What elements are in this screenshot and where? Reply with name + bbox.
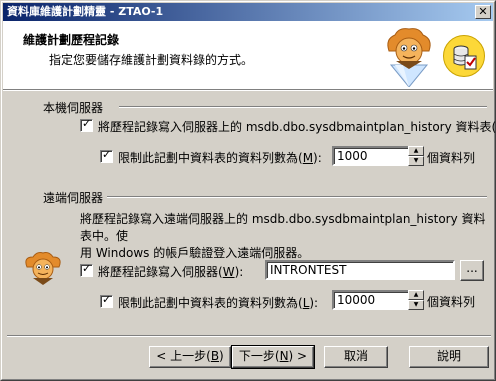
footer-divider-highlight xyxy=(7,336,491,337)
window-title: 資料庫維護計劃精靈 - ZTAO-1 xyxy=(7,5,164,18)
remote-row-limit-unit: 個資料列 xyxy=(427,295,476,309)
local-section-label: 本機伺服器 xyxy=(43,101,104,115)
remote-write-label-pre: 將歷程記錄寫入伺服器( xyxy=(98,265,223,279)
spin-down-icon[interactable]: ▼ xyxy=(408,300,424,310)
back-hotkey: B xyxy=(210,349,220,363)
back-label-post: ) xyxy=(219,349,224,363)
local-limit-rows-checkbox[interactable] xyxy=(100,148,113,163)
local-limit-label-post: ): xyxy=(313,151,322,165)
wizard-mascot-small-icon xyxy=(25,252,61,285)
remote-description: 將歷程記錄寫入遠端伺服器上的 msdb.dbo.sysdbmaintplan_h… xyxy=(80,211,495,262)
local-section-groove xyxy=(119,106,487,108)
local-row-limit-input[interactable]: 1000 xyxy=(332,146,410,166)
wizard-header: 維護計劃歷程記錄 指定您要儲存維護計劃資料錄的方式。 xyxy=(3,21,493,89)
browse-server-button[interactable]: ... xyxy=(460,260,484,281)
page-subtitle: 指定您要儲存維護計劃資料錄的方式。 xyxy=(49,53,254,67)
remote-write-hotkey: W xyxy=(222,265,235,279)
spin-up-icon[interactable]: ▲ xyxy=(408,290,424,300)
title-bar[interactable]: 資料庫維護計劃精靈 - ZTAO-1 ✕ xyxy=(3,3,493,21)
page-title: 維護計劃歷程記錄 xyxy=(23,33,120,47)
remote-description-line1: 將歷程記錄寫入遠端伺服器上的 msdb.dbo.sysdbmaintplan_h… xyxy=(80,212,486,243)
next-label-post: ) > xyxy=(288,349,308,363)
remote-write-history-label[interactable]: 將歷程記錄寫入伺服器(W): xyxy=(98,263,243,280)
next-label-pre: 下一步( xyxy=(238,349,280,363)
remote-row-limit-input[interactable]: 10000 xyxy=(332,290,410,310)
remote-section-label: 遠端伺服器 xyxy=(43,191,104,205)
local-limit-hotkey: M xyxy=(302,151,314,165)
local-limit-label-pre: 限制此記劃中資料表的資料列數為( xyxy=(118,151,303,165)
remote-server-input[interactable]: INTRONTEST xyxy=(265,260,455,280)
local-write-label-pre: 將歷程記錄寫入伺服器上的 msdb.dbo.sysdbmaintplan_his… xyxy=(98,120,496,134)
wizard-window: 資料庫維護計劃精靈 - ZTAO-1 ✕ 維護計劃歷程記錄 指定您要儲存維護計劃… xyxy=(0,0,496,381)
spin-down-icon[interactable]: ▼ xyxy=(408,156,424,166)
cancel-button[interactable]: 取消 xyxy=(324,346,388,368)
local-limit-rows-label[interactable]: 限制此記劃中資料表的資料列數為(M): xyxy=(118,149,322,166)
help-button[interactable]: 說明 xyxy=(409,346,489,368)
header-divider-highlight xyxy=(3,90,493,91)
wizard-mascot-icon xyxy=(387,28,431,87)
local-write-history-checkbox[interactable] xyxy=(80,117,93,132)
remote-limit-rows-label[interactable]: 限制此記劃中資料表的資料列數為(L): xyxy=(118,294,318,311)
back-button[interactable]: < 上一步(B) xyxy=(149,346,231,368)
spin-up-icon[interactable]: ▲ xyxy=(408,146,424,156)
remote-row-limit-spinner[interactable]: ▲ ▼ xyxy=(408,290,424,310)
database-checklist-icon xyxy=(443,35,485,77)
remote-section-groove xyxy=(107,196,487,198)
remote-write-history-checkbox[interactable] xyxy=(80,262,93,277)
remote-limit-label-pre: 限制此記劃中資料表的資料列數為( xyxy=(118,296,303,310)
local-row-limit-unit: 個資料列 xyxy=(427,151,476,165)
local-write-history-label[interactable]: 將歷程記錄寫入伺服器上的 msdb.dbo.sysdbmaintplan_his… xyxy=(98,118,496,135)
close-icon[interactable]: ✕ xyxy=(475,5,491,19)
remote-write-label-post: ): xyxy=(234,265,244,279)
back-label-pre: < 上一步( xyxy=(156,349,211,363)
next-hotkey: N xyxy=(279,349,289,363)
remote-limit-rows-checkbox[interactable] xyxy=(100,293,113,308)
next-button[interactable]: 下一步(N) > xyxy=(231,345,315,369)
remote-limit-label-post: ): xyxy=(309,296,319,310)
local-row-limit-spinner[interactable]: ▲ ▼ xyxy=(408,146,424,166)
